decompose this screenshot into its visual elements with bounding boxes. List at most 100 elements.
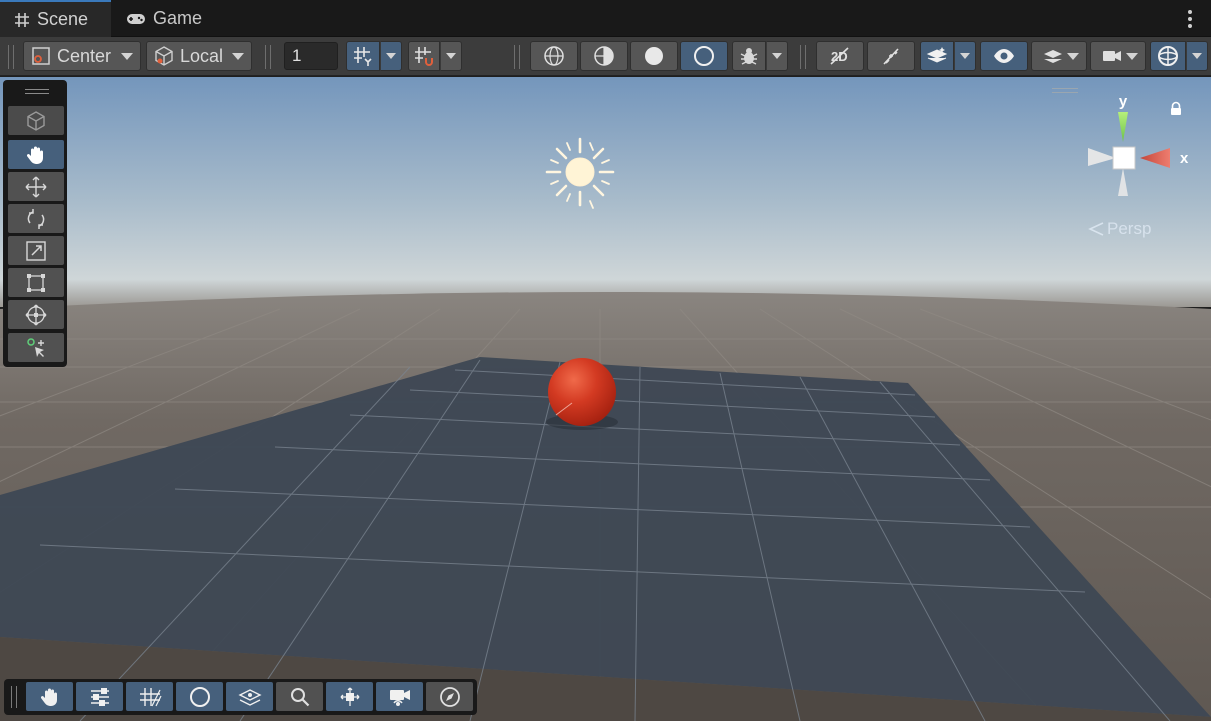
draw-mode-dropdown[interactable] [766, 41, 788, 71]
gizmo-x-label: x [1180, 150, 1189, 167]
chevron-down-icon [772, 53, 782, 59]
overlay-shading-button[interactable] [176, 682, 223, 711]
overlay-camera-button[interactable] [376, 682, 423, 711]
shaded-wire-sphere-icon [594, 46, 614, 66]
custom-tool-icon [27, 337, 44, 357]
tool-palette [3, 80, 67, 367]
grid-options-dropdown[interactable] [380, 41, 402, 71]
moon-sphere-icon [694, 46, 714, 66]
overlay-hand-button[interactable] [26, 682, 73, 711]
chevron-down-icon [446, 53, 456, 59]
hand-icon [40, 688, 57, 706]
local-cube-icon [155, 46, 173, 66]
projection-toggle[interactable]: Persp [1088, 219, 1151, 239]
pivot-icon [340, 687, 359, 706]
grid-size-field[interactable]: 1 [284, 42, 338, 70]
rect-tool-button[interactable] [8, 268, 64, 297]
gizmos-dropdown[interactable] [1186, 41, 1208, 71]
gizmo-y-label: y [1119, 93, 1128, 110]
custom-tool-button[interactable] [8, 333, 64, 362]
tab-game-label: Game [153, 8, 203, 28]
more-options-button[interactable] [1181, 8, 1199, 30]
view-tool-button[interactable] [8, 106, 64, 135]
overlay-layers-button[interactable] [226, 682, 273, 711]
chevron-down-icon [1067, 53, 1079, 60]
layers-dropdown[interactable] [1031, 41, 1087, 71]
gizmo-center-cube[interactable] [1112, 146, 1136, 170]
toolbar-grip[interactable] [265, 45, 271, 69]
transform-tool-button[interactable] [8, 300, 64, 329]
scene-viewport[interactable] [0, 77, 1211, 721]
scale-icon [26, 240, 46, 261]
pivot-rotation-dropdown[interactable]: Local [146, 41, 252, 71]
layers-icon [1044, 50, 1062, 63]
overlay-settings-button[interactable] [76, 682, 123, 711]
gizmo-y-axis[interactable] [1118, 112, 1128, 142]
red-sphere[interactable] [548, 358, 616, 426]
grid-hash-icon [15, 12, 29, 27]
toolbar-grip[interactable] [514, 45, 520, 69]
gizmo-globe-icon [1158, 46, 1178, 66]
toolbar-grip[interactable] [800, 45, 806, 69]
no-2d-icon: 2D [830, 47, 849, 65]
scene-visibility-button[interactable] [980, 41, 1028, 71]
shaded-sphere-icon [645, 47, 663, 65]
tab-scene-label: Scene [37, 9, 89, 29]
scene-toolbar: Center Local 1 [0, 37, 1211, 76]
gizmo-x-axis[interactable] [1140, 148, 1170, 168]
chevron-down-icon [121, 53, 133, 60]
overlay-grid-button[interactable] [126, 682, 173, 711]
overlay-search-button[interactable] [276, 682, 323, 711]
camera-settings-dropdown[interactable] [1090, 41, 1146, 71]
sliders-icon [90, 687, 109, 706]
scene-effects-button[interactable] [920, 41, 954, 71]
overlay-pivot-button[interactable] [326, 682, 373, 711]
more-dots-icon [1188, 10, 1192, 14]
toggle-lighting-button[interactable] [867, 41, 915, 71]
pivot-center-icon [32, 47, 50, 65]
chevron-down-icon [1192, 53, 1202, 59]
rotate-tool-button[interactable] [8, 204, 64, 233]
chevron-down-icon [232, 53, 244, 60]
light-off-icon [883, 48, 899, 65]
overlay-compass-button[interactable] [426, 682, 473, 711]
gizmos-button[interactable] [1150, 41, 1186, 71]
chevron-down-icon [960, 53, 970, 59]
snap-options-dropdown[interactable] [440, 41, 462, 71]
scene-effects-dropdown[interactable] [954, 41, 976, 71]
unlit-shading-button[interactable] [680, 41, 728, 71]
debug-draw-mode-button[interactable] [732, 41, 766, 71]
scale-tool-button[interactable] [8, 236, 64, 265]
search-icon [290, 687, 309, 706]
gizmo-neg-y-axis[interactable] [1118, 168, 1128, 196]
orientation-gizmo[interactable]: y x [1082, 92, 1192, 202]
pivot-mode-dropdown[interactable]: Center [23, 41, 141, 71]
cube-icon [27, 110, 45, 131]
chevron-down-icon [386, 53, 396, 59]
perspective-icon [1088, 222, 1104, 236]
chevron-down-icon [1126, 53, 1138, 60]
tab-game[interactable]: Game [112, 0, 222, 37]
rotate-icon [27, 208, 45, 229]
palette-grip[interactable] [25, 89, 49, 94]
grid-icon [139, 687, 162, 706]
wireframe-shading-button[interactable] [530, 41, 578, 71]
grid-snap-button[interactable] [408, 41, 440, 71]
wireframe-sphere-icon [544, 46, 564, 66]
scene-render[interactable] [0, 77, 1211, 721]
snap-magnet-icon [415, 47, 433, 66]
camera-icon [1103, 51, 1121, 61]
hand-tool-button[interactable] [8, 140, 64, 169]
shaded-button[interactable] [630, 41, 678, 71]
effects-layers-icon [926, 47, 948, 63]
toolbar-grip[interactable] [8, 45, 14, 69]
shaded-wireframe-button[interactable] [580, 41, 628, 71]
tab-scene[interactable]: Scene [0, 0, 111, 37]
gizmo-grip[interactable] [1052, 88, 1078, 93]
rect-transform-icon [27, 273, 45, 292]
gizmo-neg-x-axis[interactable] [1088, 148, 1116, 166]
overlay-grip[interactable] [11, 686, 17, 708]
move-tool-button[interactable] [8, 172, 64, 201]
grid-visibility-button[interactable] [346, 41, 380, 71]
toggle-2d-button[interactable]: 2D [816, 41, 864, 71]
